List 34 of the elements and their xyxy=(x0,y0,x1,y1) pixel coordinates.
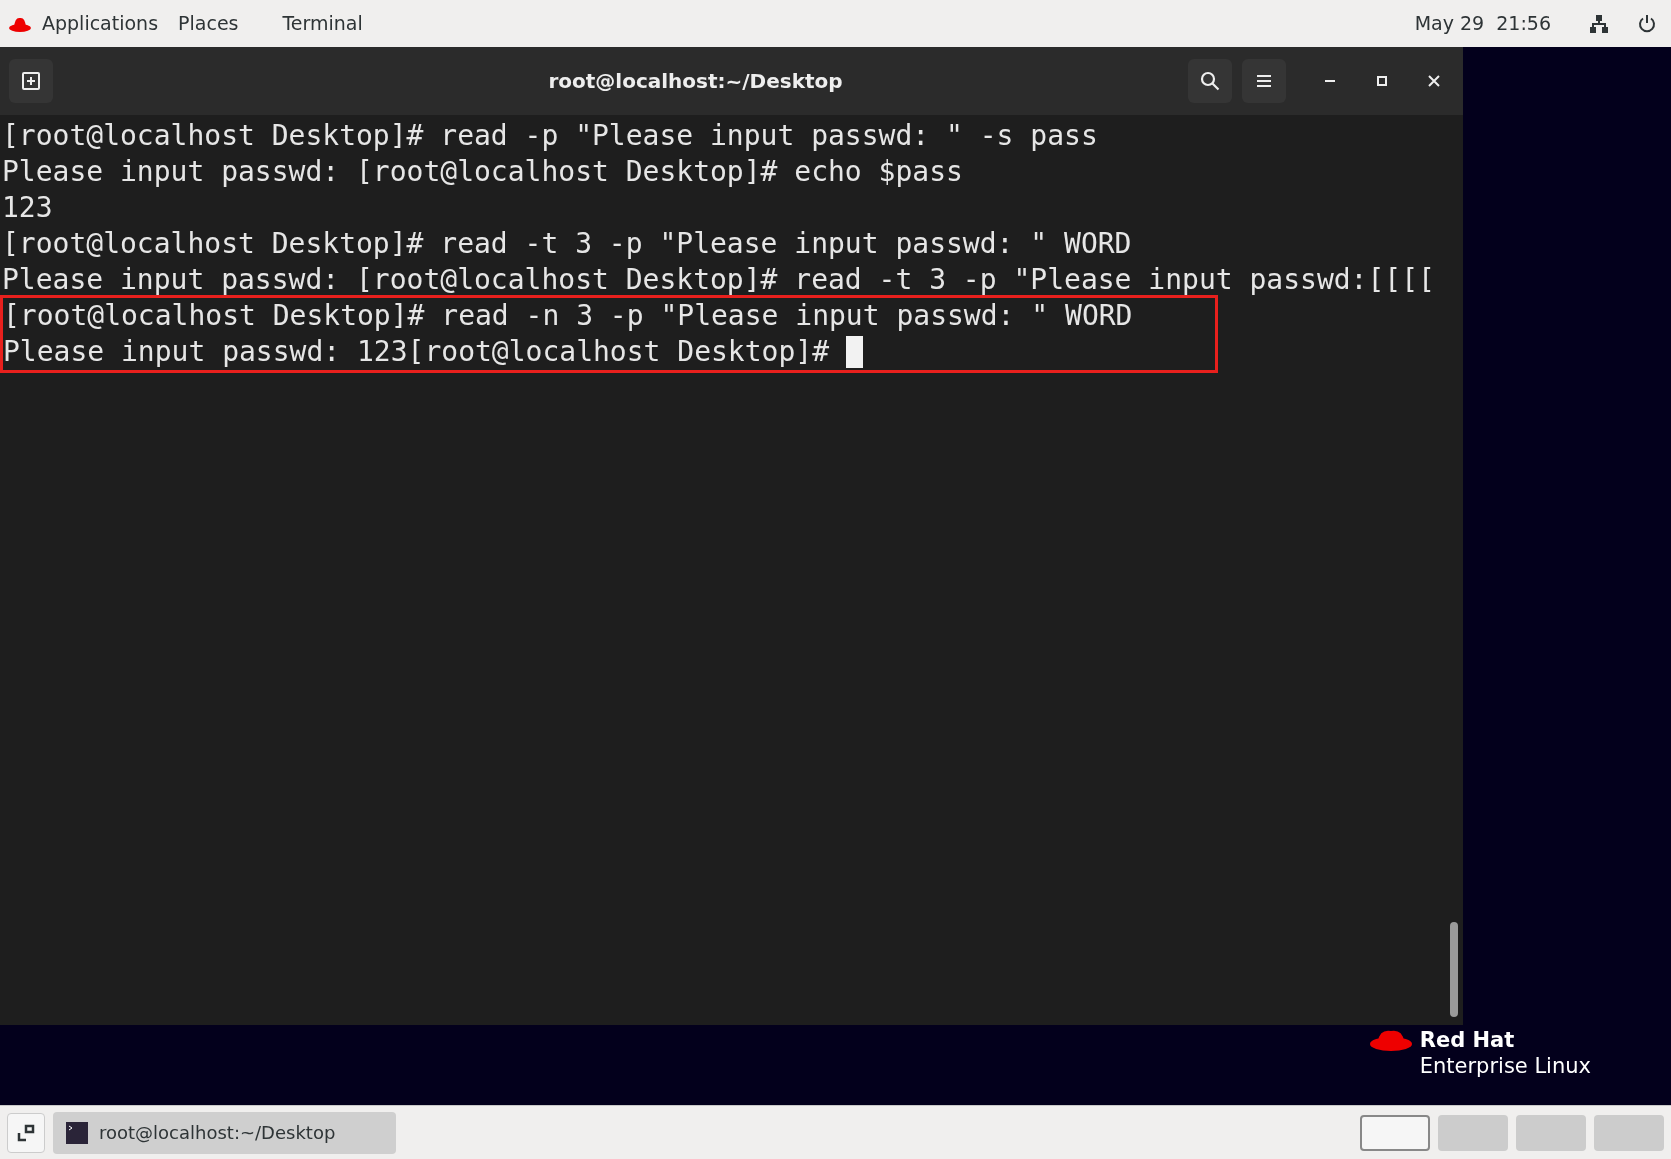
new-tab-icon xyxy=(21,71,41,91)
menu-item[interactable]: Applications xyxy=(32,9,169,38)
maximize-icon xyxy=(1376,75,1388,87)
menu-icon xyxy=(1256,74,1272,88)
logo-brand: Red Hat xyxy=(1419,1027,1516,1053)
workspace-thumbnail[interactable] xyxy=(1516,1114,1586,1151)
network-icon[interactable] xyxy=(1589,13,1609,34)
menu-item[interactable]: Places xyxy=(168,9,249,38)
terminal-line: Please input passwd: [root@localhost Desktop]# read -t 3 -p "Please input passwd:[[[[ xyxy=(2,262,1435,298)
new-tab-button[interactable] xyxy=(9,59,53,103)
workspace-thumbnail[interactable] xyxy=(1594,1114,1664,1151)
power-icon[interactable] xyxy=(1637,13,1657,34)
workspace-thumbnail[interactable] xyxy=(1360,1114,1430,1151)
windows-icon xyxy=(17,1123,35,1142)
window-button[interactable]: root@localhost:~/Desktop xyxy=(53,1111,396,1154)
scrollbar-thumb[interactable] xyxy=(1450,922,1458,1017)
terminal-line: [root@localhost Desktop]# read -n 3 -p "Please input passwd: " WORD xyxy=(3,298,1133,334)
workspace-thumbnail[interactable] xyxy=(1438,1114,1508,1151)
logo-product: Enterprise Linux xyxy=(1419,1053,1591,1079)
terminal-line: Please input passwd: [root@localhost Desktop]# echo $pass xyxy=(2,154,963,190)
terminal-line: 123 xyxy=(2,190,53,226)
terminal-line: [root@localhost Desktop]# read -p "Please input passwd: " -s pass xyxy=(2,118,1098,154)
terminal-icon xyxy=(65,1120,89,1145)
terminal-line: Please input passwd: 123[root@localhost Desktop]# xyxy=(3,334,830,370)
clock[interactable]: May 29 21:56 xyxy=(1414,9,1551,38)
menu-button[interactable] xyxy=(1242,59,1286,103)
terminal-line: [root@localhost Desktop]# read -t 3 -p "Please input passwd: " WORD xyxy=(2,226,1132,262)
search-icon xyxy=(1200,71,1220,91)
close-icon xyxy=(1428,75,1440,87)
show-desktop-button[interactable] xyxy=(7,1112,45,1153)
menu-item[interactable]: Terminal xyxy=(272,9,373,38)
minimize-icon xyxy=(1324,80,1336,82)
window-title: root@localhost:~/Desktop xyxy=(548,68,843,95)
search-button[interactable] xyxy=(1188,59,1232,103)
